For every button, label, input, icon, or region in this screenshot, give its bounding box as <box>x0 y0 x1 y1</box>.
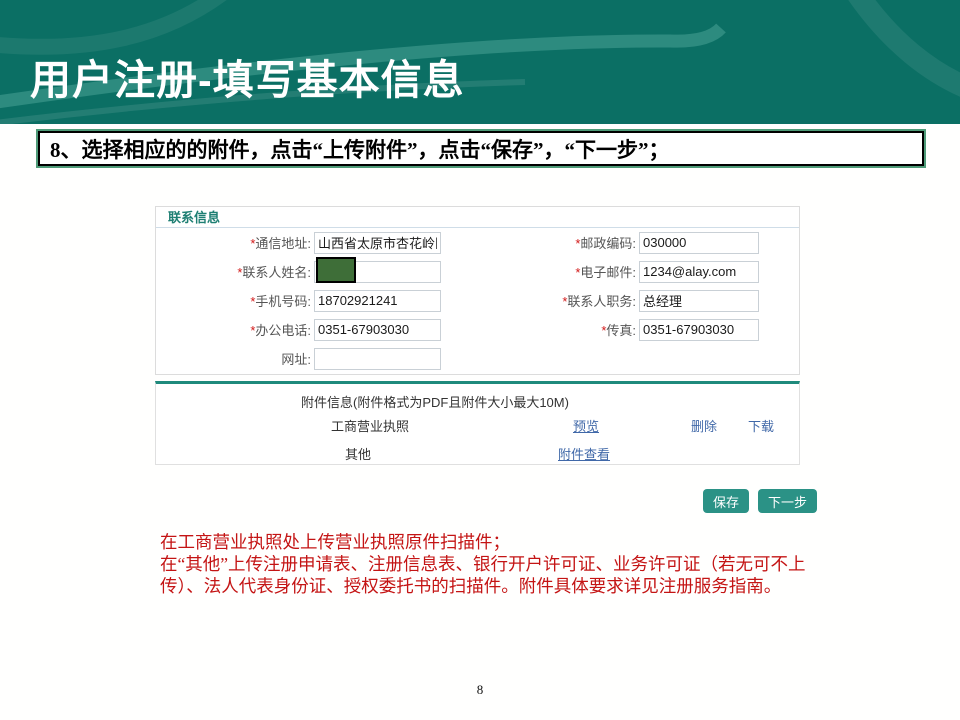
form-row: *办公电话: *传真: <box>156 315 799 344</box>
fax-label: *传真: <box>441 320 636 339</box>
page-title: 用户注册-填写基本信息 <box>30 46 465 106</box>
contact-name-field-wrap <box>314 261 441 283</box>
website-input[interactable] <box>314 348 441 370</box>
office-phone-input[interactable] <box>314 319 441 341</box>
next-step-button[interactable]: 下一步 <box>758 489 817 513</box>
form-row: *通信地址: *邮政编码: <box>156 228 799 257</box>
contact-info-panel: 联系信息 *通信地址: *邮政编码: *联系人姓名: *电子邮件: *手机号码:… <box>155 206 800 375</box>
slide-header: 用户注册-填写基本信息 <box>0 0 960 124</box>
job-title-input[interactable] <box>639 290 759 312</box>
mobile-label: *手机号码: <box>156 291 311 310</box>
address-label: *通信地址: <box>156 233 311 252</box>
form-row: *联系人姓名: *电子邮件: <box>156 257 799 286</box>
delete-link[interactable]: 删除 <box>691 416 717 435</box>
page-number: 8 <box>0 682 960 698</box>
action-buttons: 保存 下一步 <box>703 489 817 513</box>
view-attachment-link[interactable]: 附件查看 <box>558 444 610 463</box>
attachment-row-business-license: 工商营业执照 <box>331 416 409 435</box>
contact-section-title: 联系信息 <box>156 207 799 227</box>
form-row: 网址: <box>156 344 799 373</box>
download-link[interactable]: 下载 <box>748 416 774 435</box>
note-text-block: 在工商营业执照处上传营业执照原件扫描件； 在“其他”上传注册申请表、注册信息表、… <box>160 531 910 597</box>
website-label: 网址: <box>156 349 311 368</box>
slide: 用户注册-填写基本信息 8、选择相应的的附件，点击“上传附件”，点击“保存”，“… <box>0 0 960 720</box>
form-row: *手机号码: *联系人职务: <box>156 286 799 315</box>
preview-link[interactable]: 预览 <box>573 416 599 435</box>
redaction-overlay <box>316 257 356 283</box>
email-input[interactable] <box>639 261 759 283</box>
job-title-label: *联系人职务: <box>441 291 636 310</box>
note-line: 在工商营业执照处上传营业执照原件扫描件； <box>160 531 910 553</box>
postcode-label: *邮政编码: <box>441 233 636 252</box>
instruction-banner: 8、选择相应的的附件，点击“上传附件”，点击“保存”，“下一步”； <box>36 129 926 168</box>
address-input[interactable] <box>314 232 441 254</box>
email-label: *电子邮件: <box>441 262 636 281</box>
attachment-section-title: 附件信息(附件格式为PDF且附件大小最大10M) <box>301 392 569 411</box>
instruction-text: 8、选择相应的的附件，点击“上传附件”，点击“保存”，“下一步”； <box>50 134 670 164</box>
note-line: 在“其他”上传注册申请表、注册信息表、银行开户许可证、业务许可证（若无可不上 <box>160 553 910 575</box>
save-button[interactable]: 保存 <box>703 489 749 513</box>
postcode-input[interactable] <box>639 232 759 254</box>
attachment-panel: 附件信息(附件格式为PDF且附件大小最大10M) 工商营业执照 预览 删除 下载… <box>155 381 800 465</box>
fax-input[interactable] <box>639 319 759 341</box>
attachment-row-other: 其他 <box>345 444 371 463</box>
office-phone-label: *办公电话: <box>156 320 311 339</box>
note-line: 传）、法人代表身份证、授权委托书的扫描件。附件具体要求详见注册服务指南。 <box>160 575 910 597</box>
contact-name-label: *联系人姓名: <box>156 262 311 281</box>
mobile-input[interactable] <box>314 290 441 312</box>
